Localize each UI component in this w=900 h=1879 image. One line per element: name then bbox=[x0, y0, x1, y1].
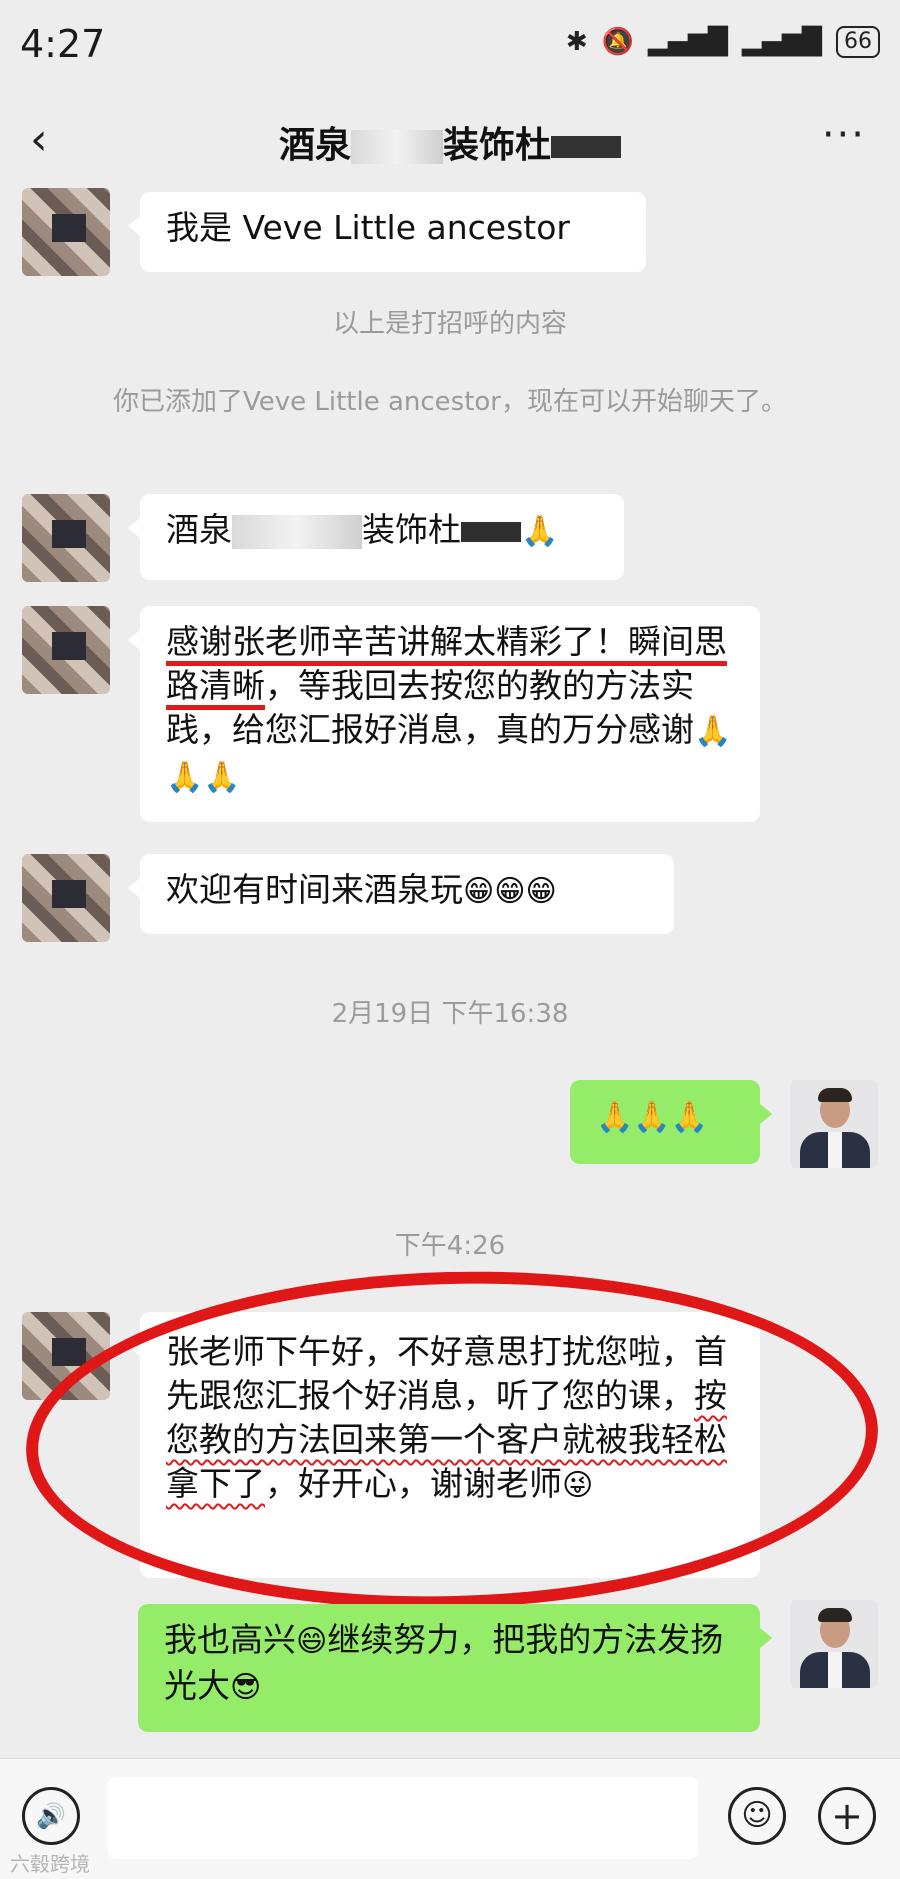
contact-avatar[interactable] bbox=[22, 854, 110, 942]
highlighted-text: 感谢张老师辛苦讲解太精彩了！ bbox=[166, 622, 628, 661]
message-bubble: 我也高兴😄继续努力，把我的方法发扬光大😎 bbox=[138, 1604, 772, 1732]
my-avatar[interactable] bbox=[790, 1600, 878, 1688]
system-message: 以上是打招呼的内容 bbox=[332, 309, 567, 339]
contact-avatar[interactable] bbox=[22, 188, 110, 276]
message-bubble: 酒泉 装饰杜 🙏 bbox=[128, 494, 624, 580]
message-text: 我是 Veve Little ancestor bbox=[166, 208, 570, 247]
message-text: 装饰杜 bbox=[362, 510, 461, 549]
message-text: 欢迎有时间来酒泉玩 bbox=[166, 870, 463, 909]
smile-emoji-icon: 😄 bbox=[296, 1624, 328, 1659]
timestamp: 下午4:26 bbox=[394, 1231, 506, 1261]
grin-emoji-icon: 😁😁😁 bbox=[463, 874, 557, 909]
timestamp: 2月19日 下午16:38 bbox=[331, 999, 569, 1029]
contact-avatar[interactable] bbox=[22, 606, 110, 694]
redaction-blur bbox=[232, 514, 362, 549]
message-text: 酒泉 bbox=[166, 510, 232, 549]
message-bubble: 我是 Veve Little ancestor bbox=[128, 192, 646, 272]
redaction-blur bbox=[551, 136, 622, 158]
status-icons: ✱ 🔕 ▂▄▆█ ▂▄▆█ 66 bbox=[566, 26, 880, 58]
message-bubble: 感谢张老师辛苦讲解太精彩了！瞬间思路清晰，等我回去按您的教的方法实践，给您汇报好… bbox=[128, 606, 760, 822]
message-text: 我也高兴 bbox=[164, 1620, 296, 1659]
message-input[interactable] bbox=[108, 1777, 698, 1859]
bluetooth-icon: ✱ bbox=[565, 27, 588, 57]
status-bar: 4:27 ✱ 🔕 ▂▄▆█ ▂▄▆█ 66 bbox=[0, 0, 900, 90]
signal-icon: ▂▄▆█ bbox=[648, 27, 729, 57]
input-bar: 🔊 ☺ + bbox=[0, 1758, 900, 1879]
redaction-blur bbox=[461, 521, 521, 542]
plus-icon[interactable]: + bbox=[818, 1787, 876, 1845]
chat-title: 酒泉 装饰杜 bbox=[0, 116, 900, 168]
status-time: 4:27 bbox=[20, 22, 106, 66]
pray-emoji-icon: 🙏 bbox=[521, 514, 559, 549]
mute-bell-icon: 🔕 bbox=[601, 27, 635, 57]
message-bubble: 欢迎有时间来酒泉玩😁😁😁 bbox=[128, 854, 674, 934]
pray-emoji-icon: 🙏🙏🙏 bbox=[596, 1100, 709, 1135]
system-message: 你已添加了Veve Little ancestor，现在可以开始聊天了。 bbox=[112, 387, 788, 417]
battery-indicator: 66 bbox=[836, 26, 880, 58]
voice-input-icon[interactable]: 🔊 bbox=[22, 1787, 80, 1845]
redaction-blur bbox=[351, 130, 443, 164]
more-options-button[interactable]: ··· bbox=[822, 112, 866, 158]
signal-icon: ▂▄▆█ bbox=[742, 27, 822, 57]
chat-title-prefix: 酒泉 bbox=[278, 125, 351, 166]
watermark: 六毂跨境 bbox=[10, 1852, 90, 1876]
chat-title-middle: 装饰杜 bbox=[443, 125, 552, 166]
chat-header: ‹ 酒泉 装饰杜 ··· bbox=[0, 90, 900, 190]
my-avatar[interactable] bbox=[790, 1080, 878, 1168]
message-bubble: 🙏🙏🙏 bbox=[570, 1080, 772, 1164]
emoji-picker-icon[interactable]: ☺ bbox=[728, 1787, 786, 1845]
sunglasses-emoji-icon: 😎 bbox=[230, 1670, 262, 1705]
contact-avatar[interactable] bbox=[22, 494, 110, 582]
